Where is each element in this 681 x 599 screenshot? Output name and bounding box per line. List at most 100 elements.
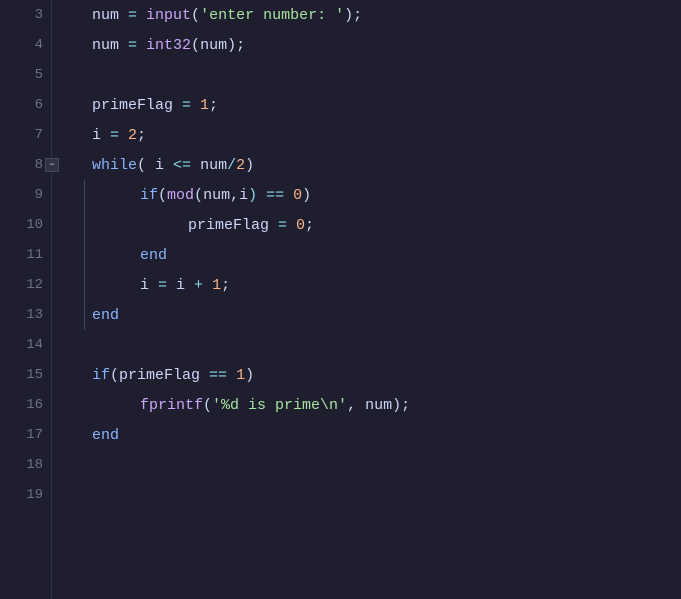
line-number-8: 8− [0, 150, 51, 180]
line-number-text: 4 [35, 37, 43, 53]
line-number-text: 8 [35, 157, 43, 173]
token-kw: end [140, 247, 167, 264]
code-line-10: primeFlag = 0; [68, 210, 681, 240]
line-number-17: 17 [0, 420, 51, 450]
token-num-lit: 1 [212, 277, 221, 294]
token-var: i [239, 187, 248, 204]
token-op: == [200, 367, 236, 384]
line-number-6: 6 [0, 90, 51, 120]
token-var: primeFlag [119, 367, 200, 384]
code-area[interactable]: num = input('enter number: ');num = int3… [52, 0, 681, 599]
line-number-12: 12 [0, 270, 51, 300]
token-punct: ; [137, 127, 146, 144]
token-punct: ) [245, 157, 254, 174]
token-str: 'enter number: ' [200, 7, 344, 24]
token-op: = [269, 217, 296, 234]
line-number-text: 19 [26, 487, 43, 503]
token-op: / [227, 157, 236, 174]
token-var: num [200, 37, 227, 54]
token-num-lit: 1 [200, 97, 209, 114]
token-var: num [92, 37, 119, 54]
code-line-15: if(primeFlag == 1) [68, 360, 681, 390]
line-number-text: 18 [26, 457, 43, 473]
code-line-16: fprintf('%d is prime\n', num); [68, 390, 681, 420]
code-line-13: end [68, 300, 681, 330]
token-kw: end [92, 427, 119, 444]
token-num-lit: 1 [236, 367, 245, 384]
token-num-lit: 2 [236, 157, 245, 174]
token-punct: ( [158, 187, 167, 204]
line-number-text: 5 [35, 67, 43, 83]
line-number-text: 9 [35, 187, 43, 203]
token-punct: ( [203, 397, 212, 414]
token-punct: ) [302, 187, 311, 204]
token-num-lit: 2 [128, 127, 137, 144]
line-number-19: 19 [0, 480, 51, 510]
code-editor: 345678−910111213141516171819 num = input… [0, 0, 681, 599]
token-punct: ) [245, 367, 254, 384]
token-kw: end [92, 307, 119, 324]
token-var: num [365, 397, 392, 414]
line-number-text: 3 [35, 7, 43, 23]
code-line-5 [68, 60, 681, 90]
token-punct: ( [110, 367, 119, 384]
line-number-text: 13 [26, 307, 43, 323]
code-line-4: num = int32(num); [68, 30, 681, 60]
line-numbers: 345678−910111213141516171819 [0, 0, 52, 599]
token-punct: ( [137, 157, 155, 174]
code-line-11: end [68, 240, 681, 270]
line-number-9: 9 [0, 180, 51, 210]
code-line-6: primeFlag = 1; [68, 90, 681, 120]
code-line-3: num = input('enter number: '); [68, 0, 681, 30]
token-var: primeFlag [188, 217, 269, 234]
token-var: num [200, 157, 227, 174]
line-number-4: 4 [0, 30, 51, 60]
line-number-11: 11 [0, 240, 51, 270]
token-var: i [92, 127, 101, 144]
line-number-text: 11 [26, 247, 43, 263]
line-number-7: 7 [0, 120, 51, 150]
line-number-15: 15 [0, 360, 51, 390]
token-punct: ); [227, 37, 245, 54]
token-punct: ); [344, 7, 362, 24]
line-number-text: 16 [26, 397, 43, 413]
line-number-18: 18 [0, 450, 51, 480]
token-var: i [176, 277, 185, 294]
token-fn: input [146, 7, 191, 24]
line-number-text: 6 [35, 97, 43, 113]
token-op: = [101, 127, 128, 144]
token-op: <= [164, 157, 200, 174]
token-op: = [119, 37, 146, 54]
line-number-text: 17 [26, 427, 43, 443]
token-punct: ; [209, 97, 218, 114]
token-punct: ; [305, 217, 314, 234]
code-line-7: i = 2; [68, 120, 681, 150]
token-var: num [203, 187, 230, 204]
token-fn: int32 [146, 37, 191, 54]
token-op: ) == [248, 187, 293, 204]
token-num-lit: 0 [293, 187, 302, 204]
code-line-14 [68, 330, 681, 360]
token-fn: fprintf [140, 397, 203, 414]
token-var: i [155, 157, 164, 174]
line-number-10: 10 [0, 210, 51, 240]
token-var: num [92, 7, 119, 24]
token-punct: ( [191, 37, 200, 54]
token-fn: mod [167, 187, 194, 204]
token-kw: if [140, 187, 158, 204]
code-line-17: end [68, 420, 681, 450]
line-number-text: 10 [26, 217, 43, 233]
token-op: = [119, 7, 146, 24]
token-punct: , [230, 187, 239, 204]
line-number-5: 5 [0, 60, 51, 90]
code-line-19 [68, 480, 681, 510]
code-line-9: if(mod(num,i) == 0) [68, 180, 681, 210]
line-number-13: 13 [0, 300, 51, 330]
token-num-lit: 0 [296, 217, 305, 234]
code-line-8: while( i <= num/2) [68, 150, 681, 180]
line-number-3: 3 [0, 0, 51, 30]
token-punct: ( [194, 187, 203, 204]
line-number-text: 15 [26, 367, 43, 383]
code-line-18 [68, 450, 681, 480]
fold-icon[interactable]: − [45, 158, 59, 172]
